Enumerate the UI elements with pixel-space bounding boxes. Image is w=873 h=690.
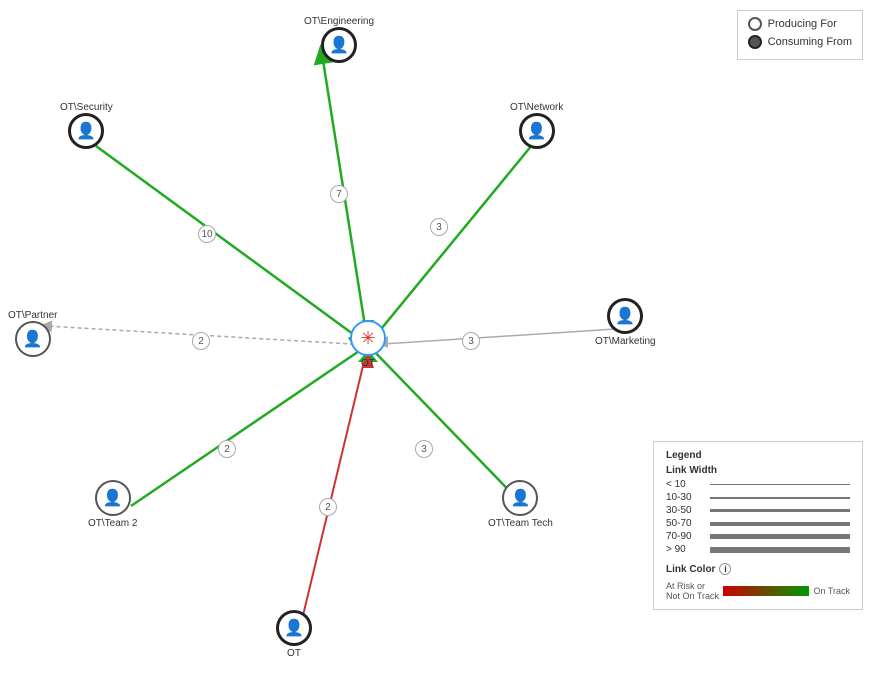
person-icon-teamtech: 👤 [510, 488, 530, 508]
link-color-title: Link Color i [666, 563, 850, 575]
lw-row-1: < 10 [666, 479, 850, 490]
partner-label: OT\Partner [8, 310, 57, 321]
node-network[interactable]: OT\Network 👤 [510, 100, 563, 149]
teamtech-circle: 👤 [502, 480, 538, 516]
lw-row-2: 10-30 [666, 492, 850, 503]
node-ot-bottom[interactable]: 👤 OT [276, 610, 312, 659]
legend-detail: Legend Link Width < 10 10-30 30-50 50-70… [653, 441, 863, 610]
engineering-label: OT\Engineering [304, 16, 374, 27]
person-icon-security: 👤 [76, 121, 96, 141]
marketing-label: OT\Marketing [595, 336, 656, 347]
lw-row-5: 70-90 [666, 531, 850, 542]
ot-bottom-circle: 👤 [276, 610, 312, 646]
edge-label-engineering: 7 [330, 185, 348, 203]
security-circle: 👤 [68, 113, 104, 149]
node-partner[interactable]: OT\Partner 👤 [8, 308, 57, 357]
lw-row-6: > 90 [666, 544, 850, 555]
lw-line-4 [710, 522, 850, 526]
edge-label-security: 10 [198, 225, 216, 243]
node-marketing[interactable]: 👤 OT\Marketing [595, 298, 656, 347]
lw-line-3 [710, 509, 850, 512]
lw-label-2: 10-30 [666, 492, 706, 503]
link-width-title: Link Width [666, 465, 850, 476]
center-star-icon: ✳ [360, 328, 375, 349]
person-icon-marketing: 👤 [615, 306, 635, 326]
lw-label-3: 30-50 [666, 505, 706, 516]
legend-consuming-icon [748, 35, 762, 49]
team2-label: OT\Team 2 [88, 518, 137, 529]
node-center[interactable]: ✳ OT [350, 320, 386, 369]
security-label: OT\Security [60, 102, 113, 113]
partner-circle: 👤 [15, 321, 51, 357]
engineering-circle: 👤 [321, 27, 357, 63]
link-color-bar [723, 586, 809, 596]
legend-detail-title: Legend [666, 450, 850, 461]
node-engineering[interactable]: OT\Engineering 👤 [304, 14, 374, 63]
lw-label-6: > 90 [666, 544, 706, 555]
info-icon: i [719, 563, 731, 575]
legend-top: Producing For Consuming From [737, 10, 863, 60]
on-track-label: On Track [813, 586, 850, 596]
center-circle: ✳ [350, 320, 386, 356]
network-circle: 👤 [519, 113, 555, 149]
person-icon-ot-bottom: 👤 [284, 618, 304, 638]
person-icon-team2: 👤 [103, 488, 123, 508]
person-icon-engineering: 👤 [329, 35, 349, 55]
ot-bottom-label: OT [287, 648, 301, 659]
lw-row-4: 50-70 [666, 518, 850, 529]
marketing-circle: 👤 [607, 298, 643, 334]
lw-line-1 [710, 484, 850, 485]
team2-circle: 👤 [95, 480, 131, 516]
edge-label-partner: 2 [192, 332, 210, 350]
edge-label-marketing: 3 [462, 332, 480, 350]
edge-label-ot-bottom: 2 [319, 498, 337, 516]
legend-consuming-label: Consuming From [768, 36, 852, 48]
node-team2[interactable]: 👤 OT\Team 2 [88, 480, 137, 529]
legend-producing-item: Producing For [748, 17, 852, 31]
lw-line-2 [710, 497, 850, 499]
network-label: OT\Network [510, 102, 563, 113]
link-color-row: At Risk orNot On Track On Track [666, 581, 850, 601]
center-label: OT [361, 358, 375, 369]
lw-line-5 [710, 534, 850, 539]
teamtech-label: OT\Team Tech [488, 518, 553, 529]
diagram-canvas: 7 10 3 2 3 2 3 2 ✳ OT OT\Engineering 👤 O… [0, 0, 873, 690]
edge-label-team2: 2 [218, 440, 236, 458]
node-security[interactable]: OT\Security 👤 [60, 100, 113, 149]
node-teamtech[interactable]: 👤 OT\Team Tech [488, 480, 553, 529]
lw-line-6 [710, 547, 850, 553]
person-icon-partner: 👤 [23, 329, 43, 349]
legend-producing-icon [748, 17, 762, 31]
lw-label-5: 70-90 [666, 531, 706, 542]
edge-label-teamtech: 3 [415, 440, 433, 458]
lw-row-3: 30-50 [666, 505, 850, 516]
at-risk-label: At Risk orNot On Track [666, 581, 719, 601]
legend-consuming-item: Consuming From [748, 35, 852, 49]
lw-label-1: < 10 [666, 479, 706, 490]
edge-label-network: 3 [430, 218, 448, 236]
legend-producing-label: Producing For [768, 18, 837, 30]
person-icon-network: 👤 [527, 121, 547, 141]
lw-label-4: 50-70 [666, 518, 706, 529]
